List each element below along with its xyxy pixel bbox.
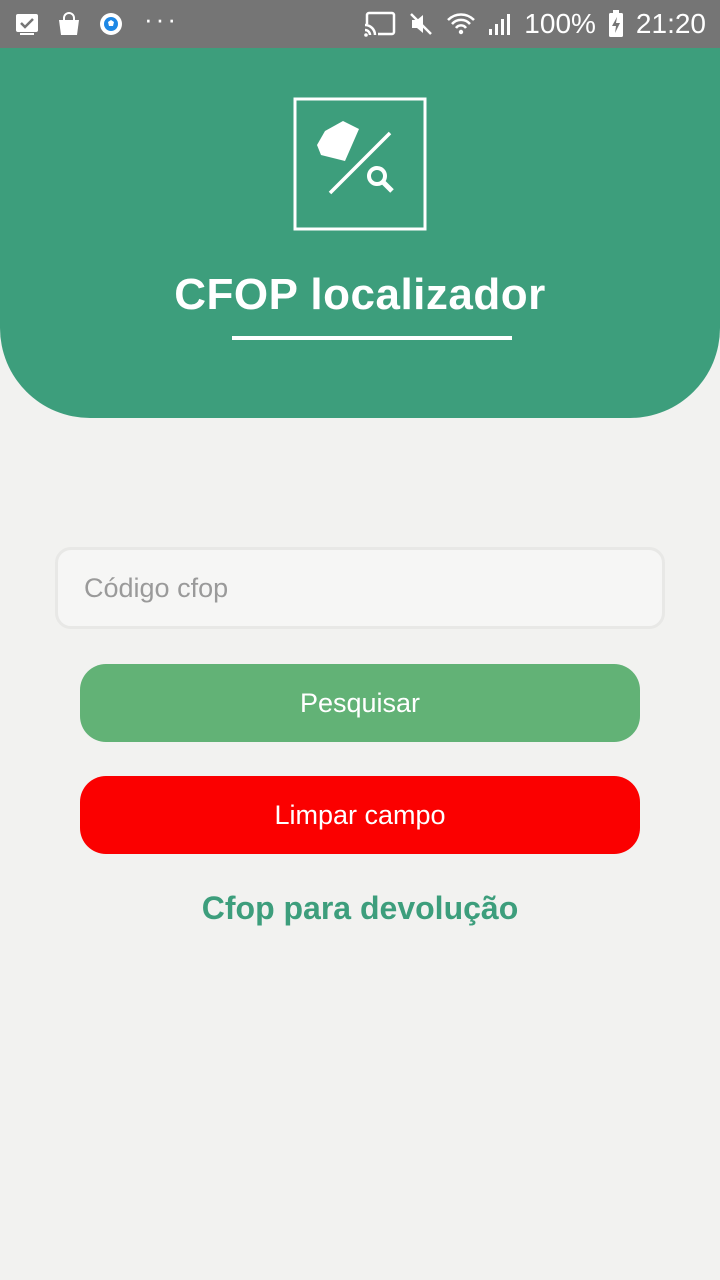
battery-percentage: 100% — [524, 8, 596, 39]
checkbox-notification-icon — [14, 11, 40, 37]
app-header: CFOP localizador — [0, 48, 720, 418]
clear-field-button[interactable]: Limpar campo — [80, 776, 640, 854]
soccer-ball-icon — [98, 11, 124, 37]
more-dots-icon: ··· — [144, 4, 179, 34]
mute-icon — [408, 11, 434, 37]
title-underline — [232, 336, 512, 340]
app-title: CFOP localizador — [174, 270, 546, 319]
cast-icon — [364, 11, 396, 37]
return-cfop-link[interactable]: Cfop para devolução — [0, 890, 720, 927]
cfop-code-input[interactable] — [55, 547, 665, 629]
wifi-icon — [446, 11, 476, 37]
shopping-bag-icon — [56, 11, 82, 37]
clock: 21:20 — [635, 8, 706, 39]
document-search-icon — [293, 97, 427, 231]
status-bar-right: 100% 21:20 — [364, 8, 706, 40]
battery-charging-icon — [608, 10, 624, 38]
search-button[interactable]: Pesquisar — [80, 664, 640, 742]
status-bar-left: ··· — [14, 6, 179, 37]
signal-icon — [488, 11, 512, 37]
status-bar: ··· 100% 21:20 — [0, 0, 720, 48]
